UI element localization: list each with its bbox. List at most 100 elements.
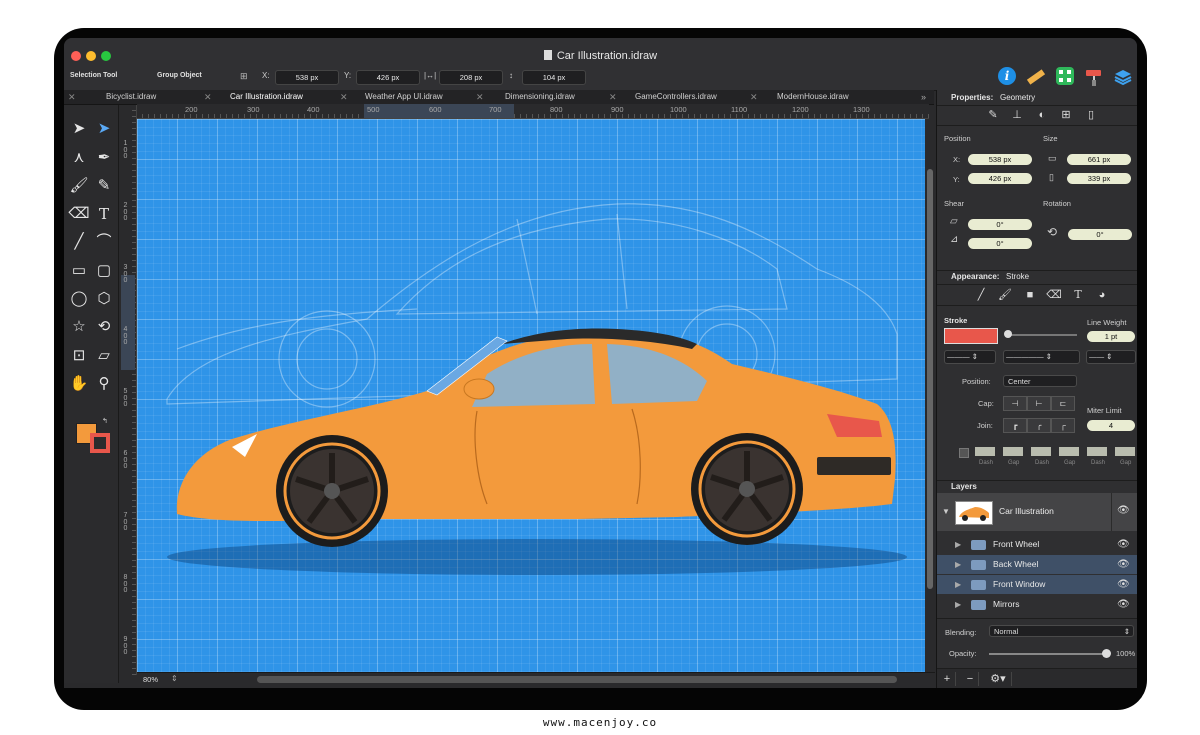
- shear-vertical-field[interactable]: 0°: [968, 238, 1032, 249]
- ellipse-tool-icon[interactable]: ◯: [68, 288, 90, 310]
- line-tool-icon[interactable]: ╱: [68, 231, 90, 253]
- drawing-canvas[interactable]: [137, 119, 925, 672]
- pen-properties-icon[interactable]: ✎: [985, 108, 1001, 122]
- cap-butt-button[interactable]: ⊣: [1003, 396, 1027, 411]
- opacity-slider-knob[interactable]: [1102, 649, 1111, 658]
- stroke-opacity-slider[interactable]: [1007, 334, 1077, 336]
- zoom-level[interactable]: 80%: [143, 675, 158, 684]
- side-mirror[interactable]: [463, 378, 495, 400]
- layer-row-front-wheel[interactable]: ▶ Front Wheel 👁: [937, 535, 1137, 554]
- rotate-tool-icon[interactable]: ⟲: [93, 316, 115, 338]
- shear-tool-icon[interactable]: ▱: [93, 345, 115, 367]
- eye-icon[interactable]: 👁: [1117, 575, 1130, 594]
- eye-icon[interactable]: 👁: [1117, 595, 1130, 614]
- hand-tool-icon[interactable]: ✋: [68, 373, 90, 395]
- toolbar-y-field[interactable]: 426 px: [356, 70, 420, 85]
- pen-tool-icon[interactable]: ✒: [93, 147, 115, 169]
- tab-close-icon[interactable]: ✕: [750, 90, 758, 104]
- expand-triangle-icon[interactable]: ▶: [955, 555, 961, 574]
- grid-properties-icon[interactable]: ⊞: [1058, 108, 1074, 122]
- text-style-icon[interactable]: T: [1070, 288, 1086, 302]
- join-bevel-button[interactable]: ┌: [1051, 418, 1075, 433]
- expand-triangle-icon[interactable]: ▶: [955, 575, 961, 594]
- gap-field[interactable]: [1115, 447, 1135, 456]
- text-tool-icon[interactable]: T: [93, 203, 115, 225]
- paint-roller-icon[interactable]: [1084, 67, 1104, 87]
- dash-field[interactable]: [1087, 447, 1107, 456]
- gap-field[interactable]: [1003, 447, 1023, 456]
- slider-knob[interactable]: [1004, 330, 1012, 338]
- grid-icon[interactable]: [1056, 67, 1074, 85]
- zoom-tool-icon[interactable]: ⚲: [93, 373, 115, 395]
- eye-icon[interactable]: 👁: [1117, 535, 1130, 554]
- remove-layer-button[interactable]: −: [962, 672, 979, 686]
- stroke-style-icon[interactable]: ╱: [973, 288, 989, 302]
- layer-row-front-window[interactable]: ▶ Front Window 👁: [937, 575, 1137, 594]
- tab-close-icon[interactable]: ✕: [609, 90, 617, 104]
- gap-field[interactable]: [1059, 447, 1079, 456]
- node-tool-icon[interactable]: ⋏: [68, 147, 90, 169]
- height-field[interactable]: 339 px: [1067, 173, 1131, 184]
- gradient-icon[interactable]: ■: [1022, 288, 1038, 302]
- join-round-button[interactable]: ╭: [1027, 418, 1051, 433]
- tab-bicyclist[interactable]: Bicyclist.idraw: [106, 90, 156, 104]
- toolbar-width-field[interactable]: 208 px: [439, 70, 503, 85]
- geometry-properties-icon[interactable]: ⊥: [1009, 108, 1025, 122]
- arc-tool-icon[interactable]: ⌒: [93, 231, 115, 253]
- join-miter-button[interactable]: ┏: [1003, 418, 1027, 433]
- crop-tool-icon[interactable]: ⊡: [68, 345, 90, 367]
- dash-enable-checkbox[interactable]: [959, 448, 969, 458]
- dash-style-dropdown[interactable]: ————— ⇕: [1003, 350, 1080, 364]
- tab-modern-house[interactable]: ModernHouse.idraw: [777, 90, 849, 104]
- fill-properties-icon[interactable]: ◐: [1034, 108, 1050, 122]
- position-x-field[interactable]: 538 px: [968, 154, 1032, 165]
- pencil-tool-icon[interactable]: ✎: [93, 175, 115, 197]
- eraser-style-icon[interactable]: ⌫: [1046, 288, 1062, 302]
- expand-triangle-icon[interactable]: ▶: [955, 535, 961, 554]
- vertical-scrollbar[interactable]: [925, 119, 935, 672]
- cap-square-button[interactable]: ⊏: [1051, 396, 1075, 411]
- front-wheel[interactable]: [691, 433, 803, 545]
- document-properties-icon[interactable]: ▯: [1083, 108, 1099, 122]
- tab-weather-app-ui[interactable]: Weather App UI.idraw: [365, 90, 443, 104]
- layer-group-row[interactable]: ▼ Car Illustration 👁: [937, 493, 1137, 531]
- miter-limit-field[interactable]: 4: [1087, 420, 1135, 431]
- toolbar-x-field[interactable]: 538 px: [275, 70, 339, 85]
- tab-close-icon[interactable]: ✕: [476, 90, 484, 104]
- tab-close-icon[interactable]: ✕: [340, 90, 348, 104]
- rectangle-tool-icon[interactable]: ▭: [68, 260, 90, 282]
- layer-row-mirrors[interactable]: ▶ Mirrors 👁: [937, 595, 1137, 614]
- star-tool-icon[interactable]: ☆: [68, 316, 90, 338]
- polygon-tool-icon[interactable]: ⬡: [93, 288, 115, 310]
- arrow-select-tool-icon[interactable]: ➤: [68, 118, 90, 140]
- selection-tool-label[interactable]: Selection Tool: [70, 72, 117, 79]
- layer-row-back-wheel[interactable]: ▶ Back Wheel 👁: [937, 555, 1137, 574]
- line-weight-field[interactable]: 1 pt: [1087, 331, 1135, 342]
- stroke-color-well[interactable]: [944, 328, 998, 344]
- zoom-stepper-icon[interactable]: ⇕: [171, 674, 178, 683]
- brush-style-icon[interactable]: 🖌: [997, 288, 1013, 302]
- grid-align-icon[interactable]: ⊞: [240, 71, 248, 83]
- blending-dropdown[interactable]: Normal ⇕: [989, 625, 1134, 637]
- opacity-slider[interactable]: [989, 653, 1107, 655]
- layer-options-gear-icon[interactable]: ⚙▾: [985, 672, 1012, 686]
- line-end-dropdown[interactable]: —— ⇕: [1086, 350, 1136, 364]
- swap-colors-icon[interactable]: ↰: [102, 417, 108, 425]
- width-field[interactable]: 661 px: [1067, 154, 1131, 165]
- stroke-color-swatch[interactable]: [90, 433, 110, 453]
- scroll-thumb[interactable]: [927, 169, 933, 589]
- tab-car-illustration[interactable]: Car Illustration.idraw: [230, 90, 303, 104]
- shear-horizontal-field[interactable]: 0°: [968, 219, 1032, 230]
- add-layer-button[interactable]: +: [939, 672, 956, 686]
- eye-icon[interactable]: 👁: [1117, 505, 1130, 516]
- stroke-position-dropdown[interactable]: Center: [1003, 375, 1077, 387]
- ruler-icon[interactable]: [1026, 68, 1046, 88]
- more-tabs-icon[interactable]: »: [921, 90, 926, 104]
- back-wheel[interactable]: [276, 435, 388, 547]
- eye-icon[interactable]: 👁: [1117, 555, 1130, 574]
- tab-close-icon[interactable]: ✕: [204, 90, 212, 104]
- horizontal-scroll-thumb[interactable]: [257, 676, 897, 683]
- car-illustration[interactable]: [137, 119, 925, 672]
- position-y-field[interactable]: 426 px: [968, 173, 1032, 184]
- layers-icon[interactable]: [1113, 67, 1133, 87]
